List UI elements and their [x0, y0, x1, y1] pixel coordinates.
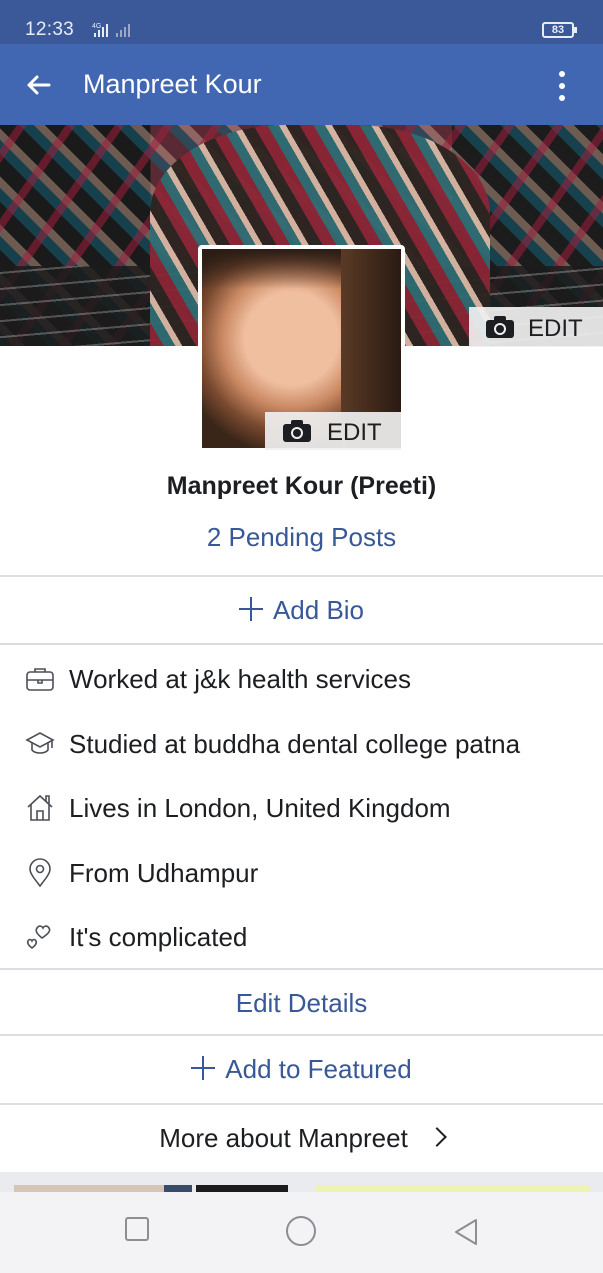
detail-hometown: From Udhampur — [0, 856, 603, 896]
divider — [0, 643, 603, 645]
chevron-right-icon — [426, 1127, 447, 1147]
profile-name: Manpreet Kour (Preeti) — [166, 472, 437, 500]
location-pin-icon — [29, 858, 51, 888]
photo-thumbnail[interactable] — [316, 1185, 590, 1192]
detail-residence: Lives in London, United Kingdom — [0, 791, 603, 831]
divider — [0, 575, 603, 577]
photo-thumbnail[interactable] — [196, 1185, 288, 1192]
camera-icon — [486, 316, 514, 338]
edit-cover-button[interactable]: EDIT — [469, 307, 603, 347]
edit-cover-label: EDIT — [528, 315, 583, 342]
divider — [0, 1103, 603, 1105]
home-button-icon[interactable] — [286, 1216, 316, 1246]
network-type: 4G — [92, 23, 101, 30]
more-about-label: More about Manpreet — [159, 1123, 408, 1153]
signal-icon: 4G — [92, 23, 130, 37]
add-bio-label: Add Bio — [272, 595, 365, 625]
photo-thumbnail[interactable] — [14, 1185, 164, 1192]
pending-posts-link[interactable]: 2 Pending Posts — [0, 522, 603, 553]
status-time: 12:33 — [25, 19, 75, 40]
detail-text: Studied at buddha dental college patna — [69, 729, 521, 759]
detail-relationship: It's complicated — [0, 920, 603, 960]
edit-profile-photo-label: EDIT — [327, 419, 382, 446]
detail-text: Worked at j&k health services — [69, 664, 411, 694]
photos-strip — [0, 1172, 603, 1192]
detail-text: Lives in London, United Kingdom — [69, 793, 451, 823]
camera-icon — [283, 420, 311, 442]
divider — [0, 1034, 603, 1036]
edit-details-button[interactable]: Edit Details — [0, 988, 603, 1019]
graduation-cap-icon — [25, 732, 55, 754]
system-nav-bar — [0, 1192, 603, 1273]
add-to-featured-label: Add to Featured — [225, 1054, 412, 1084]
recent-apps-icon[interactable] — [125, 1217, 149, 1241]
detail-text: It's complicated — [69, 922, 248, 952]
briefcase-icon — [26, 668, 54, 691]
photo-thumbnail[interactable] — [164, 1185, 192, 1192]
app-bar: Manpreet Kour — [0, 44, 603, 125]
add-to-featured-button[interactable]: Add to Featured — [0, 1054, 603, 1085]
battery-icon: 83 — [542, 22, 577, 38]
add-bio-button[interactable]: Add Bio — [0, 595, 603, 626]
back-arrow-icon[interactable] — [24, 70, 54, 100]
page-title: Manpreet Kour — [83, 69, 262, 99]
detail-text: From Udhampur — [69, 858, 259, 888]
divider — [0, 968, 603, 970]
detail-work: Worked at j&k health services — [0, 662, 603, 702]
back-triangle-icon[interactable] — [452, 1217, 480, 1247]
plus-icon — [238, 597, 263, 621]
overflow-menu-icon[interactable] — [552, 71, 572, 105]
hearts-icon — [26, 925, 51, 950]
status-bar: 12:33 4G 83 — [0, 0, 603, 44]
more-about-button[interactable]: More about Manpreet — [0, 1123, 603, 1154]
edit-profile-photo-button[interactable]: EDIT — [265, 412, 401, 450]
plus-icon — [191, 1056, 216, 1080]
home-icon — [27, 794, 53, 821]
detail-education: Studied at buddha dental college patna — [0, 727, 603, 767]
